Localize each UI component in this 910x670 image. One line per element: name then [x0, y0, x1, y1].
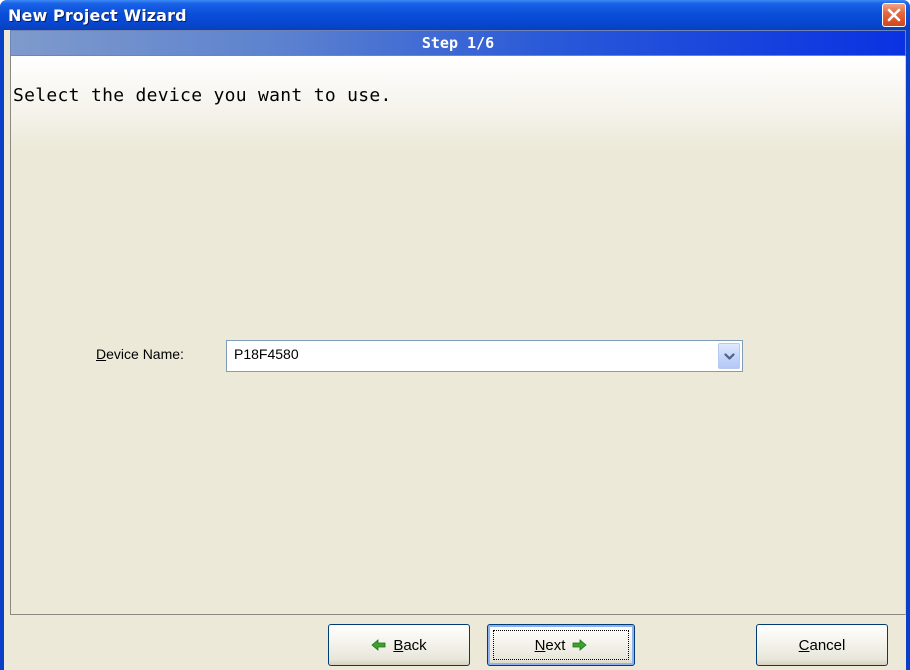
window-title: New Project Wizard — [8, 6, 187, 25]
cancel-button[interactable]: Cancel — [756, 624, 888, 666]
cancel-label-rest: ancel — [809, 636, 846, 654]
device-label-text: evice Name: — [106, 346, 184, 362]
device-name-value: P18F4580 — [234, 346, 299, 362]
cancel-mnemonic: C — [798, 636, 810, 654]
wizard-client-area: Step 1/6 Select the device you want to u… — [4, 30, 906, 670]
back-label: Back — [393, 637, 426, 654]
next-button[interactable]: Next — [487, 624, 635, 666]
wizard-content-panel: Select the device you want to use. Devic… — [10, 56, 906, 615]
back-mnemonic: B — [393, 636, 404, 654]
back-button[interactable]: Back — [328, 624, 470, 666]
next-label: Next — [535, 637, 566, 654]
device-dropdown-button[interactable] — [718, 343, 740, 369]
device-name-combobox[interactable]: P18F4580 — [226, 340, 743, 372]
step-indicator: Step 1/6 — [421, 34, 495, 52]
arrow-left-icon — [371, 639, 386, 651]
title-bar[interactable]: New Project Wizard — [0, 0, 910, 30]
cancel-label: Cancel — [799, 637, 846, 654]
close-button[interactable] — [882, 3, 906, 27]
back-label-rest: ack — [403, 636, 427, 654]
next-mnemonic: N — [534, 636, 546, 654]
device-name-label: Device Name: — [96, 346, 184, 362]
next-label-rest: ext — [545, 636, 566, 654]
chevron-down-icon — [724, 353, 735, 360]
wizard-footer: Back Next Cancel — [4, 618, 906, 670]
instruction-band: Select the device you want to use. — [11, 56, 905, 152]
step-header: Step 1/6 — [10, 30, 906, 56]
wizard-window: New Project Wizard Step 1/6 Select the d… — [0, 0, 910, 670]
device-label-mnemonic: D — [96, 346, 107, 362]
close-icon — [887, 8, 901, 22]
arrow-right-icon — [573, 639, 588, 651]
instruction-text: Select the device you want to use. — [13, 85, 392, 106]
